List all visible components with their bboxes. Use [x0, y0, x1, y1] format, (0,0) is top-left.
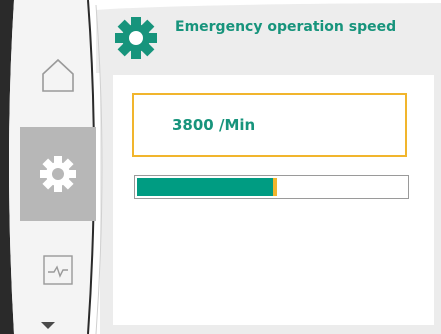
- nav-settings-button[interactable]: [20, 127, 96, 221]
- trend-icon: [43, 255, 73, 285]
- speed-value-text: 3800 /Min: [172, 116, 256, 134]
- speed-progress-marker: [273, 178, 277, 196]
- speed-progress-bar: [134, 175, 409, 199]
- device-display: Emergency operation speed 3800 /Min: [0, 0, 441, 334]
- gear-icon: [40, 156, 76, 192]
- speed-value-field[interactable]: 3800 /Min: [132, 93, 407, 157]
- gear-icon: [115, 17, 157, 59]
- nav-home-button[interactable]: [20, 28, 96, 122]
- nav-status-button[interactable]: [20, 226, 96, 314]
- speed-progress-fill: [137, 178, 273, 196]
- page-title: Emergency operation speed: [175, 19, 397, 35]
- home-icon: [42, 58, 74, 92]
- chevron-down-icon[interactable]: [38, 318, 58, 332]
